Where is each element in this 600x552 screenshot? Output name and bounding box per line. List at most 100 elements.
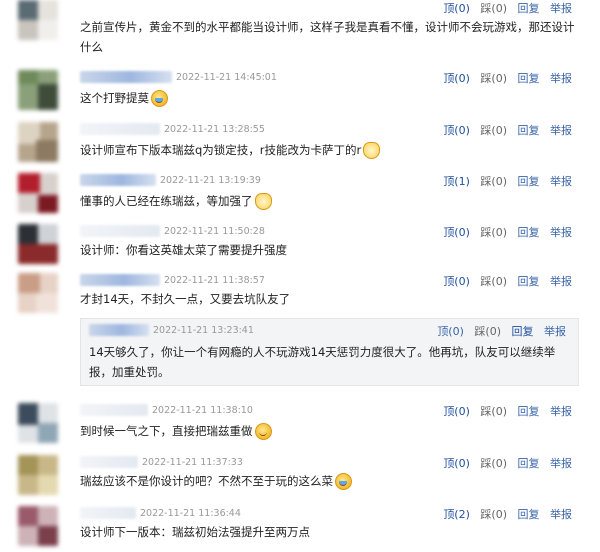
comment-meta: 2022-11-21 11:38:10 bbox=[80, 404, 253, 418]
comment-meta: 2022-11-21 11:38:57 bbox=[80, 274, 265, 288]
comment-text: 设计师：你看这英雄太菜了需要提升强度 bbox=[80, 240, 575, 260]
reply-button[interactable]: 回复 bbox=[518, 122, 540, 138]
timestamp: 2022-11-21 13:19:39 bbox=[160, 174, 261, 186]
avatar[interactable] bbox=[18, 273, 58, 313]
username[interactable] bbox=[80, 274, 160, 286]
reply-button[interactable]: 回复 bbox=[518, 0, 540, 16]
avatar[interactable] bbox=[18, 455, 58, 495]
report-button[interactable]: 举报 bbox=[544, 323, 566, 339]
upvote-button[interactable]: 顶(0) bbox=[443, 403, 470, 419]
comment-text-content: 到时候一气之下，直接把瑞兹重做 bbox=[80, 424, 253, 438]
comment-meta: 2022-11-21 14:45:01 bbox=[80, 71, 277, 85]
downvote-button[interactable]: 踩(0) bbox=[480, 273, 507, 289]
username[interactable] bbox=[80, 507, 136, 519]
comment-actions: 顶(0) 踩(0) 回复 举报 bbox=[436, 122, 572, 138]
downvote-button[interactable]: 踩(0) bbox=[480, 506, 507, 522]
timestamp: 2022-11-21 11:37:33 bbox=[142, 456, 243, 468]
report-button[interactable]: 举报 bbox=[550, 70, 572, 86]
grin-emoji-icon bbox=[254, 423, 272, 440]
report-button[interactable]: 举报 bbox=[550, 224, 572, 240]
comment-text: 到时候一气之下，直接把瑞兹重做 bbox=[80, 421, 575, 441]
avatar[interactable] bbox=[18, 0, 58, 40]
reply-button[interactable]: 回复 bbox=[518, 173, 540, 189]
report-button[interactable]: 举报 bbox=[550, 273, 572, 289]
comment-meta: 2022-11-21 11:50:28 bbox=[80, 225, 265, 239]
upvote-button[interactable]: 顶(0) bbox=[443, 273, 470, 289]
report-button[interactable]: 举报 bbox=[550, 403, 572, 419]
reply-button[interactable]: 回复 bbox=[518, 455, 540, 471]
downvote-button[interactable]: 踩(0) bbox=[480, 455, 507, 471]
reply-button[interactable]: 回复 bbox=[518, 224, 540, 240]
reply-button[interactable]: 回复 bbox=[518, 70, 540, 86]
avatar[interactable] bbox=[18, 403, 58, 443]
reply-button[interactable]: 回复 bbox=[512, 323, 534, 339]
report-button[interactable]: 举报 bbox=[550, 173, 572, 189]
upvote-button[interactable]: 顶(1) bbox=[443, 173, 470, 189]
avatar[interactable] bbox=[18, 70, 58, 110]
comment-item: 顶(0) 踩(0) 回复 举报 之前宣传片，黄金不到的水平都能当设计师，这样子我… bbox=[0, 0, 600, 62]
comment-text: 设计师宣布下版本瑞兹q为锁定技，r技能改为卡萨丁的r bbox=[80, 140, 575, 160]
timestamp: 2022-11-21 13:23:41 bbox=[153, 324, 254, 336]
avatar[interactable] bbox=[18, 224, 58, 264]
timestamp: 2022-11-21 11:38:10 bbox=[152, 404, 253, 416]
upvote-button[interactable]: 顶(2) bbox=[443, 506, 470, 522]
comment-actions: 顶(0) 踩(0) 回复 举报 bbox=[436, 70, 572, 86]
avatar[interactable] bbox=[18, 122, 58, 162]
downvote-button[interactable]: 踩(0) bbox=[480, 403, 507, 419]
comment-text: 设计师下一版本：瑞兹初始法强提升至两万点 bbox=[80, 522, 575, 542]
upvote-button[interactable]: 顶(0) bbox=[437, 323, 464, 339]
username[interactable] bbox=[80, 174, 156, 186]
username[interactable] bbox=[80, 225, 160, 237]
upvote-button[interactable]: 顶(0) bbox=[443, 224, 470, 240]
comment-meta: 2022-11-21 11:36:44 bbox=[80, 507, 241, 521]
downvote-button[interactable]: 踩(0) bbox=[480, 70, 507, 86]
comment-actions: 顶(2) 踩(0) 回复 举报 bbox=[436, 506, 572, 522]
report-button[interactable]: 举报 bbox=[550, 455, 572, 471]
comment-actions: 顶(0) 踩(0) 回复 举报 bbox=[436, 224, 572, 240]
comment-text-content: 瑞兹应该不是你设计的吧？不然不至于玩的这么菜 bbox=[80, 474, 333, 488]
sweat-smile-emoji-icon bbox=[151, 90, 168, 107]
username[interactable] bbox=[89, 324, 149, 336]
timestamp: 2022-11-21 14:45:01 bbox=[176, 71, 277, 83]
avatar[interactable] bbox=[18, 506, 58, 546]
comment-actions: 顶(0) 踩(0) 回复 举报 bbox=[436, 403, 572, 419]
upvote-button[interactable]: 顶(0) bbox=[443, 455, 470, 471]
username[interactable] bbox=[80, 456, 138, 468]
comment-meta: 2022-11-21 13:28:55 bbox=[80, 123, 265, 137]
report-button[interactable]: 举报 bbox=[550, 506, 572, 522]
comment-actions: 顶(1) 踩(0) 回复 举报 bbox=[436, 173, 572, 189]
downvote-button[interactable]: 踩(0) bbox=[480, 0, 507, 16]
comment-text-line: 报，加重处罚。 bbox=[89, 365, 170, 379]
username[interactable] bbox=[80, 404, 148, 416]
comment-text-line: 14天够久了，你让一个有网瘾的人不玩游戏14天惩罚力度很大了。他再坑，队友可以继… bbox=[89, 345, 556, 359]
report-button[interactable]: 举报 bbox=[550, 0, 572, 16]
comment-text-content: 懂事的人已经在练瑞兹，等加强了 bbox=[80, 194, 253, 208]
comment-text-content: 设计师：你看这英雄太菜了需要提升强度 bbox=[80, 243, 287, 257]
reply-button[interactable]: 回复 bbox=[518, 403, 540, 419]
downvote-button[interactable]: 踩(0) bbox=[474, 323, 501, 339]
comment-text: 才封14天，不封久一点，又要去坑队友了 bbox=[80, 289, 575, 309]
comment-meta: 2022-11-21 13:19:39 bbox=[80, 174, 261, 188]
downvote-button[interactable]: 踩(0) bbox=[480, 224, 507, 240]
username[interactable] bbox=[80, 71, 172, 83]
comment-actions: 顶(0) 踩(0) 回复 举报 bbox=[430, 323, 566, 339]
comment-meta: 2022-11-21 13:23:41 bbox=[89, 324, 254, 338]
cat-face-emoji-icon bbox=[363, 142, 381, 159]
upvote-button[interactable]: 顶(0) bbox=[443, 0, 470, 16]
comment-actions: 顶(0) 踩(0) 回复 举报 bbox=[436, 0, 572, 16]
upvote-button[interactable]: 顶(0) bbox=[443, 122, 470, 138]
comment-actions: 顶(0) 踩(0) 回复 举报 bbox=[436, 455, 572, 471]
comment-text: 之前宣传片，黄金不到的水平都能当设计师，这样子我是真看不懂，设计师不会玩游戏，那… bbox=[80, 17, 575, 57]
username[interactable] bbox=[80, 123, 160, 135]
sweat-smile-emoji-icon bbox=[335, 473, 352, 490]
reply-button[interactable]: 回复 bbox=[518, 273, 540, 289]
timestamp: 2022-11-21 11:50:28 bbox=[164, 225, 265, 237]
report-button[interactable]: 举报 bbox=[550, 122, 572, 138]
avatar[interactable] bbox=[18, 173, 58, 213]
downvote-button[interactable]: 踩(0) bbox=[480, 122, 507, 138]
comment-text: 14天够久了，你让一个有网瘾的人不玩游戏14天惩罚力度很大了。他再坑，队友可以继… bbox=[89, 342, 569, 382]
timestamp: 2022-11-21 13:28:55 bbox=[164, 123, 265, 135]
reply-button[interactable]: 回复 bbox=[518, 506, 540, 522]
downvote-button[interactable]: 踩(0) bbox=[480, 173, 507, 189]
upvote-button[interactable]: 顶(0) bbox=[443, 70, 470, 86]
